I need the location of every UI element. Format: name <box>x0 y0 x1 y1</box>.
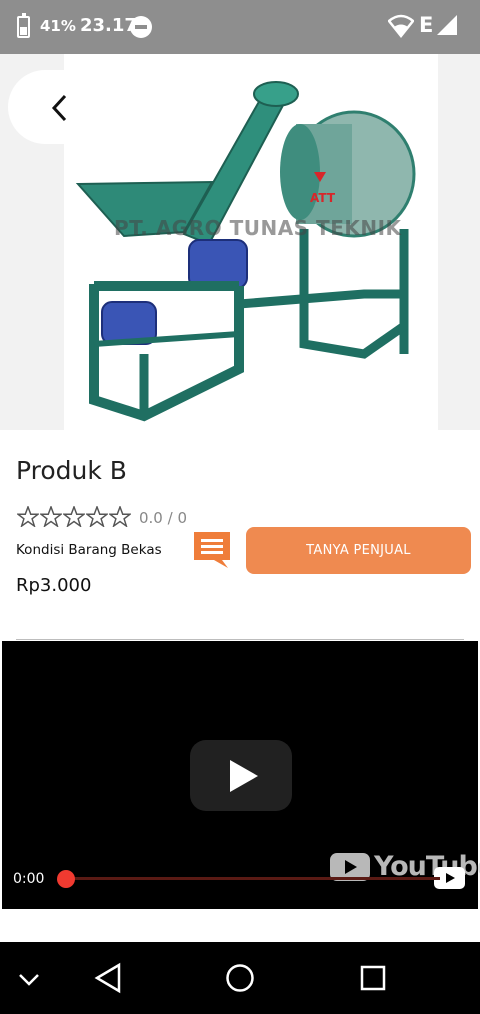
recents-square-icon <box>360 965 386 991</box>
ask-seller-button[interactable]: TANYA PENJUAL <box>246 527 471 574</box>
chevron-down-icon <box>19 973 39 986</box>
star-icon <box>86 506 108 527</box>
divider <box>16 639 464 640</box>
video-current-time: 0:00 <box>13 871 45 887</box>
wifi-icon <box>387 14 415 42</box>
network-type: E <box>419 13 434 37</box>
status-time: 23.17 <box>80 15 137 36</box>
back-button[interactable] <box>8 70 118 144</box>
home-circle-icon <box>226 964 254 992</box>
video-scrubber[interactable] <box>57 870 75 888</box>
product-name: Produk B <box>16 456 127 485</box>
product-price: Rp3.000 <box>16 575 92 596</box>
back-triangle-icon <box>94 962 121 994</box>
video-player[interactable]: YouTube 0:00 <box>2 641 480 909</box>
nav-home-button[interactable] <box>223 962 257 996</box>
chat-icon <box>194 532 230 568</box>
star-icon <box>17 506 39 527</box>
back-arrow-icon <box>51 94 67 122</box>
hide-keyboard-button[interactable] <box>14 968 44 992</box>
chat-button[interactable] <box>192 530 232 570</box>
star-icon <box>63 506 85 527</box>
rating-text: 0.0 / 0 <box>139 509 187 527</box>
star-icon <box>40 506 62 527</box>
system-nav-bar <box>0 942 480 1014</box>
image-watermark: PT. AGRO TUNAS TEKNIK <box>114 216 402 240</box>
battery-icon <box>17 13 30 38</box>
product-image-area: ATT PT. AGRO TUNAS TEKNIK <box>0 54 480 430</box>
battery-percent: 41% <box>40 17 76 35</box>
nav-recents-button[interactable] <box>358 964 388 994</box>
video-progress-bar[interactable] <box>62 877 440 880</box>
status-bar: 41% 23.17 E <box>0 0 480 54</box>
signal-icon <box>436 14 458 40</box>
nav-back-button[interactable] <box>92 962 124 996</box>
item-condition: Kondisi Barang Bekas <box>16 542 162 558</box>
product-info-card: Produk B 0.0 / 0 Kondisi Barang Bekas Rp… <box>0 434 480 640</box>
do-not-disturb-icon <box>130 16 152 38</box>
play-icon <box>230 760 258 792</box>
rating-stars <box>17 506 131 527</box>
play-button[interactable] <box>190 740 292 811</box>
svg-text:ATT: ATT <box>310 191 336 205</box>
product-image: ATT PT. AGRO TUNAS TEKNIK <box>64 54 438 430</box>
star-icon <box>109 506 131 527</box>
